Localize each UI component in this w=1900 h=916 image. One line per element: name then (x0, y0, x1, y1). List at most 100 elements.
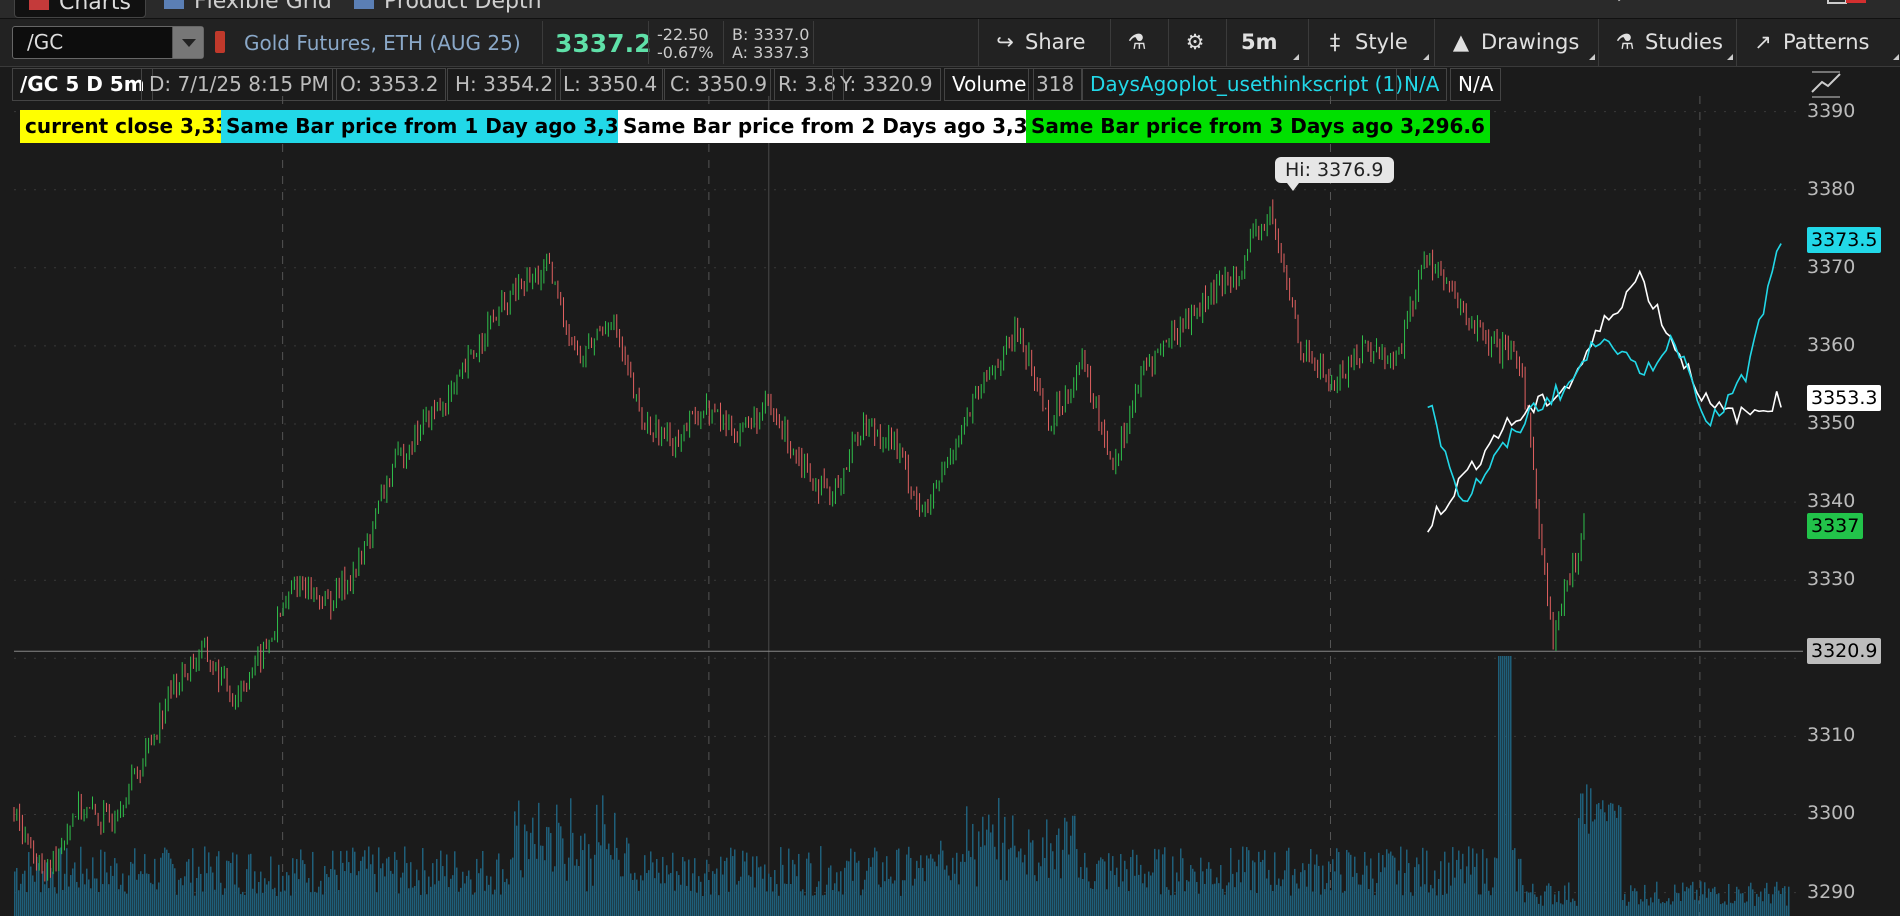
volume-bar (1298, 888, 1300, 916)
volume-bar (332, 850, 334, 916)
price-chart-canvas[interactable] (0, 96, 1803, 916)
volume-bar (1728, 883, 1730, 916)
volume-bar (518, 800, 520, 916)
volume-bar (40, 892, 42, 916)
flask-button[interactable]: ⚗ (1110, 19, 1167, 66)
timeframe-button[interactable]: 5m (1226, 19, 1303, 66)
volume-bar (186, 861, 188, 916)
volume-bar (568, 857, 570, 916)
volume-bar (1754, 905, 1756, 916)
volume-bar (708, 880, 710, 916)
price-tick-label: 3330 (1807, 568, 1856, 591)
volume-bar (772, 891, 774, 916)
studies-button[interactable]: ⚗ Studies (1598, 19, 1737, 66)
volume-bar (728, 891, 730, 916)
volume-bar (1022, 862, 1024, 916)
volume-bar (1662, 902, 1664, 916)
volume-bar (376, 892, 378, 916)
volume-bar (992, 824, 994, 916)
volume-bar (554, 866, 556, 916)
volume-bar (242, 891, 244, 916)
volume-bar (1162, 854, 1164, 916)
volume-bar (1484, 883, 1486, 916)
volume-bar (672, 852, 674, 916)
volume-bar (536, 858, 538, 916)
volume-bar (542, 845, 544, 916)
window-close-icon[interactable] (1820, 0, 1866, 12)
drawings-button[interactable]: ▲ Drawings (1434, 19, 1599, 66)
volume-bar (770, 876, 772, 916)
volume-bar (486, 875, 488, 916)
two-days-ago-line (1427, 269, 1782, 533)
volume-bar (1018, 851, 1020, 916)
volume-bar (1660, 903, 1662, 916)
dropdown-corner-icon (1423, 54, 1429, 60)
volume-bar (1226, 885, 1228, 916)
tab-charts[interactable]: Charts (14, 0, 146, 18)
volume-bar (1080, 867, 1082, 916)
chart-icon (29, 0, 49, 10)
volume-bar (872, 857, 874, 916)
volume-bar (1192, 868, 1194, 916)
volume-bar (654, 878, 656, 916)
volume-bar (154, 858, 156, 916)
volume-bar (1120, 854, 1122, 916)
left-arrow-icon[interactable] (1680, 0, 1720, 12)
volume-bar (1750, 882, 1752, 916)
volume-bar (1208, 862, 1210, 916)
volume-bar (436, 859, 438, 916)
volume-bar (856, 862, 858, 916)
volume-bar (1172, 856, 1174, 916)
volume-bar (948, 875, 950, 916)
settings-button[interactable]: ⚙ (1168, 19, 1225, 66)
volume-bar (1402, 895, 1404, 916)
volume-bar (14, 871, 16, 916)
symbol-dropdown-button[interactable] (172, 27, 203, 58)
volume-bar (908, 846, 910, 916)
symbol-input[interactable]: /GC (12, 26, 204, 59)
volume-bar (496, 859, 498, 916)
volume-bar (614, 812, 616, 916)
volume-bar (1558, 891, 1560, 916)
back-arrow-icon[interactable] (1600, 0, 1640, 12)
volume-bar (990, 832, 992, 916)
tab-product-depth[interactable]: Product Depth (340, 0, 556, 16)
volume-bar (456, 867, 458, 916)
volume-bar (782, 864, 784, 916)
volume-bar (1752, 889, 1754, 916)
volume-bar (172, 863, 174, 916)
volume-bar (354, 851, 356, 916)
patterns-button[interactable]: ↗ Patterns (1736, 19, 1900, 66)
volume-bar (1438, 878, 1440, 916)
volume-bar (644, 855, 646, 916)
volume-bar (1642, 901, 1644, 916)
draw-trendline-icon[interactable] (1810, 70, 1842, 100)
volume-bar (1442, 894, 1444, 916)
volume-bar (1632, 891, 1634, 916)
volume-bar (800, 891, 802, 916)
share-button[interactable]: ↪ Share (978, 19, 1109, 66)
style-button[interactable]: ‡ Style (1308, 19, 1433, 66)
volume-bar (700, 881, 702, 916)
volume-bar (1456, 859, 1458, 916)
volume-bar (1270, 884, 1272, 916)
volume-bar (1088, 881, 1090, 916)
volume-bar (1620, 806, 1622, 916)
volume-bar (1782, 888, 1784, 916)
price-axis[interactable]: 3390338033703360335033403330332033103300… (1803, 96, 1900, 916)
volume-bar (480, 868, 482, 916)
right-arrow-icon[interactable] (1740, 0, 1780, 12)
volume-bar (1346, 849, 1348, 916)
volume-bar (1520, 858, 1522, 916)
volume-bar (612, 859, 614, 916)
volume-bar (878, 884, 880, 916)
link-flag-icon[interactable] (215, 31, 225, 53)
volume-bar (1522, 885, 1524, 916)
volume-bar (288, 875, 290, 916)
volume-bar (360, 860, 362, 916)
volume-bar (562, 838, 564, 916)
volume-bar (1318, 865, 1320, 916)
volume-bar (1330, 890, 1332, 916)
volume-bar (844, 867, 846, 916)
tab-flexible-grid[interactable]: Flexible Grid (150, 0, 346, 16)
